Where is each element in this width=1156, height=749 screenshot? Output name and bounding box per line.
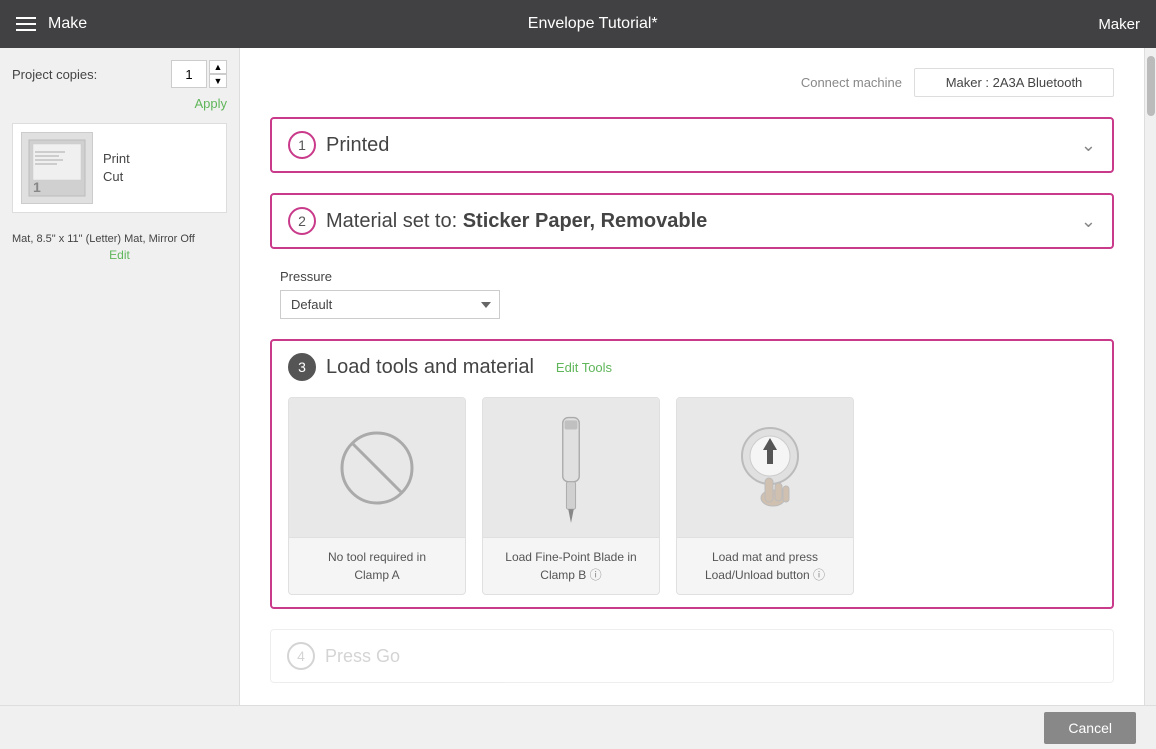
mat-info: Mat, 8.5" x 11" (Letter) Mat, Mirror Off [12,231,227,248]
copies-down-button[interactable]: ▼ [209,74,227,88]
step2-header[interactable]: 2 Material set to: Sticker Paper, Remova… [288,207,1096,235]
edit-tools-link[interactable]: Edit Tools [556,360,612,375]
step1-section: 1 Printed ⌄ [270,117,1114,173]
step4-circle: 4 [287,642,315,670]
step3-content: 3 Load tools and material Edit Tools [288,353,1096,595]
edit-link[interactable]: Edit [12,248,227,262]
apply-button[interactable]: Apply [12,96,227,111]
scrollbar-track[interactable] [1144,48,1156,705]
load-mat-press-icon [715,418,815,518]
step1-title: Printed [326,134,389,157]
step3-section: 3 Load tools and material Edit Tools [270,339,1114,609]
step2-circle: 2 [288,207,316,235]
copies-input[interactable] [171,60,207,88]
step1-circle: 1 [288,131,316,159]
no-tool-label: No tool required inClamp A [316,538,438,594]
connect-row: Connect machine Maker : 2A3A Bluetooth [270,68,1114,97]
machine-label: Maker [1098,16,1140,33]
preview-svg: 1 [27,138,87,198]
pressure-select[interactable]: Default More Less [280,290,500,319]
project-copies-label: Project copies: [12,67,171,82]
tool-cards-container: No tool required inClamp A [288,397,1096,595]
step4-title: Press Go [325,646,400,667]
step1-chevron: ⌄ [1081,135,1096,156]
step3-header-left: 3 Load tools and material Edit Tools [288,353,612,381]
step1-header-left: 1 Printed [288,131,389,159]
load-mat-label: Load mat and pressLoad/Unload button ⓘ [693,538,837,594]
step2-section: 2 Material set to: Sticker Paper, Remova… [270,193,1114,249]
fine-point-image [483,398,659,538]
tool-card-no-tool: No tool required inClamp A [288,397,466,595]
load-mat-image [677,398,853,538]
step2-title: Material set to: Sticker Paper, Removabl… [326,210,707,233]
preview-label: Print Cut [103,150,130,186]
make-label: Make [48,15,87,33]
app-header: Make Envelope Tutorial* Maker [0,0,1156,48]
preview-card: 1 Print Cut [12,123,227,213]
pressure-section: Pressure Default More Less [270,269,1114,319]
step3-title: Load tools and material [326,356,534,379]
step4-section: 4 Press Go [270,629,1114,683]
step2-chevron: ⌄ [1081,211,1096,232]
step1-header[interactable]: 1 Printed ⌄ [288,131,1096,159]
step3-header: 3 Load tools and material Edit Tools [288,353,1096,381]
step3-circle: 3 [288,353,316,381]
fine-point-label: Load Fine-Point Blade inClamp B ⓘ [493,538,648,594]
connect-machine-button[interactable]: Maker : 2A3A Bluetooth [914,68,1114,97]
copies-up-button[interactable]: ▲ [209,60,227,74]
footer: Cancel [0,705,1156,749]
cancel-button[interactable]: Cancel [1044,712,1136,744]
step2-header-left: 2 Material set to: Sticker Paper, Remova… [288,207,707,235]
scrollbar-thumb[interactable] [1147,56,1155,116]
load-mat-info-icon[interactable]: ⓘ [813,568,825,582]
hamburger-menu[interactable] [16,17,36,31]
no-tool-image [289,398,465,538]
no-tool-icon [337,428,417,508]
main-content: Connect machine Maker : 2A3A Bluetooth 1… [240,48,1144,705]
svg-text:1: 1 [33,179,41,195]
copies-stepper: ▲ ▼ [209,60,227,88]
tool-card-load-mat: Load mat and pressLoad/Unload button ⓘ [676,397,854,595]
connect-label: Connect machine [801,75,902,90]
fine-point-blade-icon [546,413,596,523]
sidebar: Project copies: ▲ ▼ Apply 1 [0,48,240,705]
preview-thumbnail: 1 [21,132,93,204]
project-copies-row: Project copies: ▲ ▼ [12,60,227,88]
fine-point-info-icon[interactable]: ⓘ [590,568,602,582]
tool-card-fine-point: Load Fine-Point Blade inClamp B ⓘ [482,397,660,595]
main-layout: Project copies: ▲ ▼ Apply 1 [0,48,1156,705]
pressure-label: Pressure [280,269,1114,284]
page-title: Envelope Tutorial* [87,15,1098,33]
